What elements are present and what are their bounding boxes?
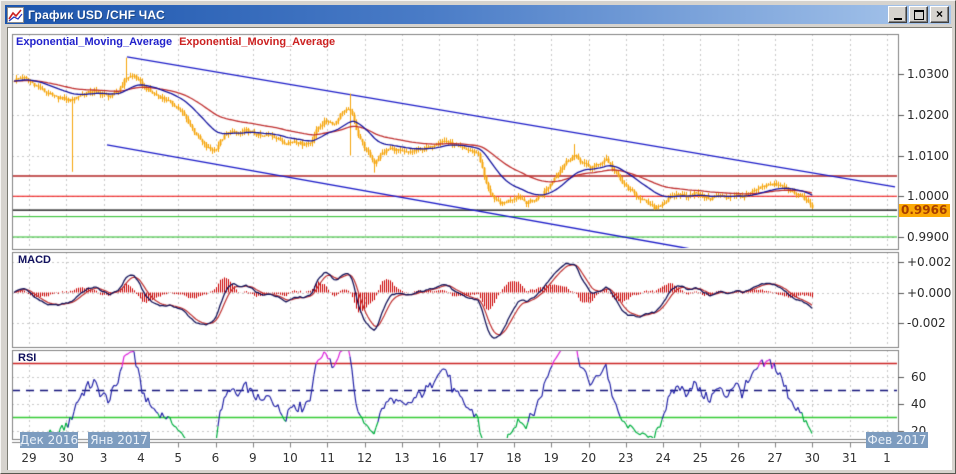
date-tick-label: 10 [282,451,298,465]
date-tick-label: 16 [431,451,447,465]
rsi-label: RSI [18,352,37,364]
month-badge: Дек 2016 [19,432,79,448]
date-tick-label: 6 [211,451,220,465]
date-tick-label: 23 [618,451,634,465]
date-tick-label: 24 [655,451,671,465]
date-tick-label: 9 [248,451,257,465]
date-tick-label: 31 [841,451,858,465]
date-tick-label: 5 [174,451,182,465]
rsi-axis-label: 60 [911,370,927,384]
current-price-badge: 0.9966 [899,203,950,217]
maximize-icon [913,9,924,20]
month-badge: Фев 2017 [866,432,928,448]
minimize-button[interactable] [888,6,907,23]
price-axis-label: 1.0100 [907,148,949,163]
month-badge: Янв 2017 [88,432,150,448]
date-tick-label: 30 [58,451,74,465]
minimize-icon [893,17,902,20]
close-icon: × [935,6,943,21]
app-window: График USD /CHF ЧАС × Exponential_Moving… [0,0,956,474]
chart-icon [7,6,24,23]
price-axis-label: 1.0000 [907,189,949,204]
date-tick-label: 26 [730,451,746,465]
chart-client-area: Exponential_Moving_Average Exponential_M… [7,27,952,470]
date-tick-label: 18 [506,451,522,465]
date-tick-label: 30 [804,451,820,465]
maximize-button[interactable] [909,6,928,23]
date-tick-label: 19 [543,451,559,465]
title-bar[interactable]: График USD /CHF ЧАС × [5,5,951,24]
macd-axis-label: +0.002 [907,255,952,269]
date-tick-label: 11 [319,451,336,465]
date-tick-label: 4 [137,451,145,465]
price-axis-label: 0.9900 [907,230,949,244]
macd-axis-label: -0.002 [907,316,946,330]
macd-label: MACD [18,254,51,266]
date-tick-label: 20 [580,451,597,465]
date-tick-label: 29 [21,451,37,465]
rsi-axis-label: 40 [911,397,927,411]
date-tick-label: 13 [394,451,410,465]
date-tick-label: 3 [99,451,108,465]
window-title: График USD /CHF ЧАС [28,7,165,22]
price-axis-label: 1.0300 [907,67,949,81]
date-tick-label: 1 [883,451,891,465]
close-button[interactable]: × [930,6,949,23]
date-tick-label: 27 [767,451,783,465]
date-tick-label: 17 [468,451,485,465]
macd-axis-label: +0.000 [907,285,952,300]
date-tick-label: 25 [692,451,709,465]
price-macd-rsi-chart[interactable] [8,28,952,470]
price-axis-label: 1.0200 [907,107,949,122]
date-tick-label: 12 [357,451,373,465]
